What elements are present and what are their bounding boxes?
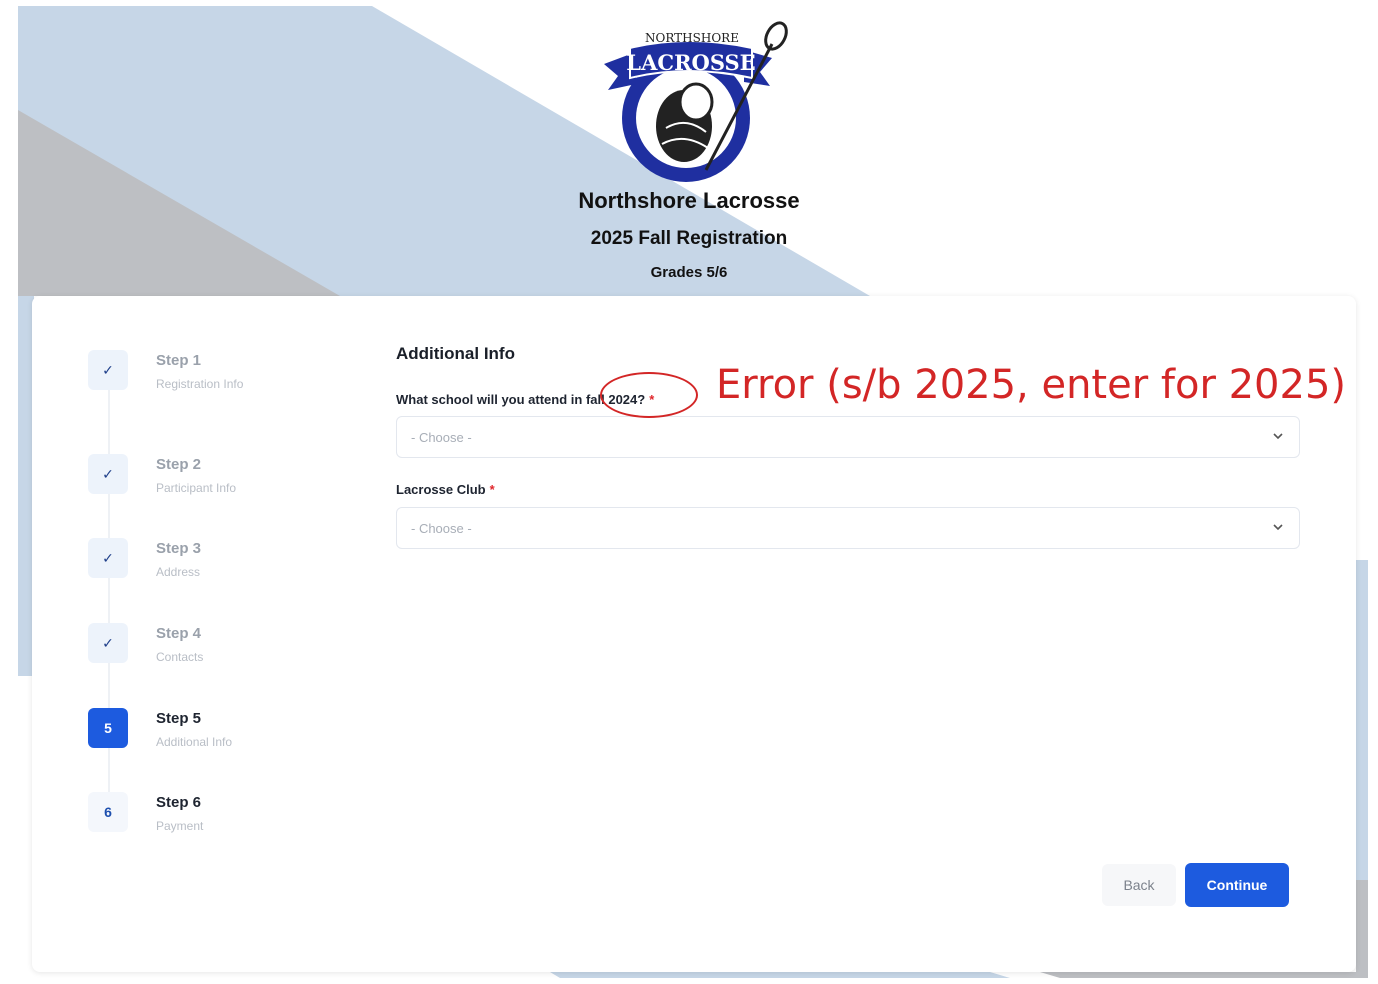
checkmark-icon: ✓ <box>88 350 128 390</box>
stepper-step-5[interactable]: 5 Step 5 Additional Info <box>88 704 388 774</box>
step-label: Step 4 <box>156 625 202 642</box>
step-number-badge: 5 <box>88 708 128 748</box>
registration-card: ✓ Step 1 Registration Info ✓ Step 2 Part… <box>32 296 1356 972</box>
checkmark-icon: ✓ <box>88 623 128 663</box>
chevron-down-icon <box>1273 433 1283 440</box>
grades-label: Grades 5/6 <box>650 264 728 281</box>
checkmark-icon: ✓ <box>88 538 128 578</box>
club-field-label: Lacrosse Club * <box>396 482 495 497</box>
stepper-step-2[interactable]: ✓ Step 2 Participant Info <box>88 450 388 520</box>
step-number-badge: 6 <box>88 792 128 832</box>
step-sublabel: Participant Info <box>156 481 237 495</box>
club-select-value: - Choose - <box>411 521 472 536</box>
checkmark-icon: ✓ <box>88 454 128 494</box>
stepper-step-4[interactable]: ✓ Step 4 Contacts <box>88 619 388 689</box>
back-button[interactable]: Back <box>1102 864 1176 906</box>
error-annotation-text: Error (s/b 2025, enter for 2025) <box>716 362 1346 408</box>
school-select-value: - Choose - <box>411 430 472 445</box>
svg-text:LACROSSE: LACROSSE <box>626 50 755 75</box>
step-sublabel: Registration Info <box>156 377 244 391</box>
section-title: Additional Info <box>396 344 515 363</box>
step-label: Step 5 <box>156 710 202 727</box>
chevron-down-icon <box>1273 524 1283 531</box>
step-label: Step 1 <box>156 352 202 369</box>
step-label: Step 3 <box>156 540 202 557</box>
step-sublabel: Address <box>156 565 201 579</box>
step-sublabel: Additional Info <box>156 735 233 749</box>
stepper-step-6[interactable]: 6 Step 6 Payment <box>88 788 388 858</box>
error-annotation-circle <box>600 372 698 418</box>
step-label: Step 6 <box>156 794 202 811</box>
northshore-lacrosse-logo: LACROSSE NORTHSHORE <box>596 20 792 185</box>
org-name: Northshore Lacrosse <box>578 188 800 213</box>
club-label-text: Lacrosse Club <box>396 482 486 497</box>
school-select[interactable]: - Choose - <box>396 416 1300 458</box>
step-label: Step 2 <box>156 456 202 473</box>
continue-button[interactable]: Continue <box>1185 863 1289 907</box>
club-select[interactable]: - Choose - <box>396 507 1300 549</box>
step-sublabel: Contacts <box>156 650 204 664</box>
required-mark: * <box>489 482 495 497</box>
registration-title: 2025 Fall Registration <box>590 228 788 249</box>
stepper-step-1[interactable]: ✓ Step 1 Registration Info <box>88 346 388 416</box>
svg-text:NORTHSHORE: NORTHSHORE <box>645 31 739 45</box>
step-sublabel: Payment <box>156 819 204 833</box>
stepper-step-3[interactable]: ✓ Step 3 Address <box>88 534 388 604</box>
